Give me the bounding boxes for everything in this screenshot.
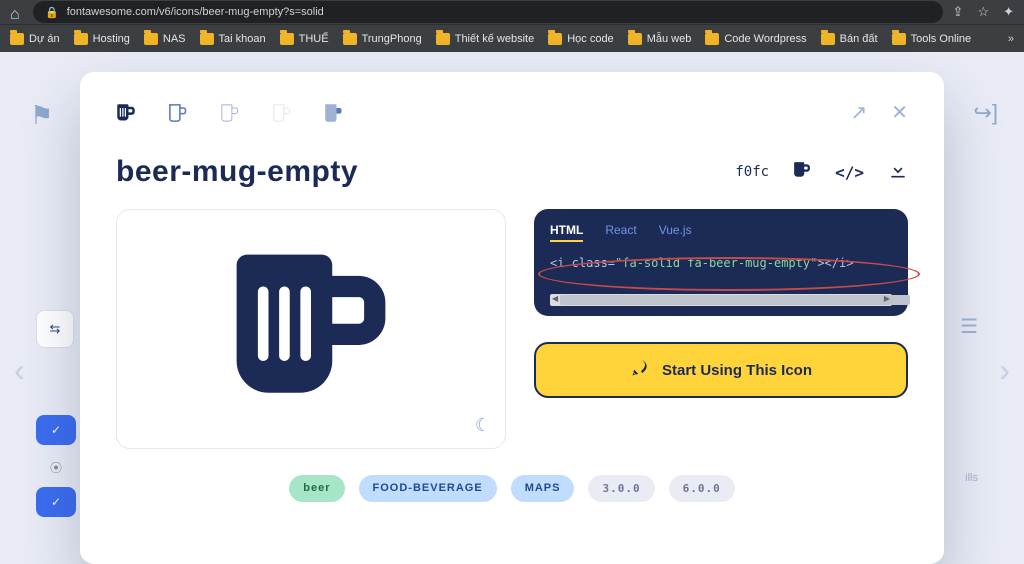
address-bar[interactable]: 🔒 fontawesome.com/v6/icons/beer-mug-empt…: [33, 1, 943, 23]
download-icon[interactable]: [888, 160, 908, 185]
bookmarks-bar: Dự án Hosting NAS Tai khoan THUẾ TrungPh…: [0, 24, 1024, 52]
share-icon[interactable]: ⇪: [953, 4, 964, 20]
next-arrow-icon[interactable]: ›: [999, 352, 1010, 389]
style-duotone[interactable]: [324, 103, 344, 123]
code-tab-react[interactable]: React: [605, 223, 636, 242]
folder-icon: [280, 33, 294, 45]
bookmark-item[interactable]: Học code: [548, 33, 613, 45]
unicode-value[interactable]: f0fc: [735, 164, 769, 180]
filter-chip[interactable]: ⦿: [36, 452, 76, 482]
tag-category[interactable]: MAPS: [511, 475, 575, 502]
style-thin[interactable]: [272, 103, 292, 123]
filter-chip[interactable]: ✓: [36, 487, 76, 517]
folder-icon: [144, 33, 158, 45]
folder-icon: [74, 33, 88, 45]
close-icon[interactable]: ✕: [891, 100, 908, 125]
style-solid[interactable]: [116, 103, 136, 123]
folder-icon: [436, 33, 450, 45]
open-new-icon[interactable]: ↗: [850, 100, 867, 125]
lock-icon: 🔒: [45, 6, 59, 19]
filter-chip[interactable]: ✓: [36, 415, 76, 445]
folder-icon: [628, 33, 642, 45]
code-tab-vue[interactable]: Vue.js: [659, 223, 692, 242]
tag-version[interactable]: 3.0.0: [588, 475, 654, 502]
icon-detail-modal: ↗ ✕ beer-mug-empty f0fc </> ☾: [80, 72, 944, 564]
login-icon[interactable]: ↪]: [973, 100, 998, 126]
prev-arrow-icon[interactable]: ‹: [14, 352, 25, 389]
list-icon[interactable]: ☰: [960, 314, 978, 339]
bookmark-item[interactable]: Dự án: [10, 33, 60, 45]
code-icon[interactable]: </>: [835, 163, 864, 182]
icon-style-picker: [116, 103, 344, 123]
folder-icon: [548, 33, 562, 45]
folder-icon: [892, 33, 906, 45]
left-tool-button[interactable]: ⇆: [36, 310, 74, 348]
tag-version[interactable]: 6.0.0: [669, 475, 735, 502]
style-light[interactable]: [220, 103, 240, 123]
tag-category[interactable]: FOOD-BEVERAGE: [359, 475, 497, 502]
url-text: fontawesome.com/v6/icons/beer-mug-empty?…: [67, 6, 324, 18]
browser-chrome: ⌂ 🔒 fontawesome.com/v6/icons/beer-mug-em…: [0, 0, 1024, 24]
background-label: ills: [965, 472, 978, 484]
bookmark-item[interactable]: THUẾ: [280, 33, 329, 45]
style-regular[interactable]: [168, 103, 188, 123]
puzzle-icon[interactable]: ✦: [1003, 4, 1014, 20]
code-snippet[interactable]: <i class="fa-solid fa-beer-mug-empty"></…: [550, 256, 892, 270]
folder-icon: [705, 33, 719, 45]
bookmark-item[interactable]: Mẫu web: [628, 33, 692, 45]
bookmark-item[interactable]: Bán đất: [821, 33, 878, 45]
tag-row: beer FOOD-BEVERAGE MAPS 3.0.0 6.0.0: [116, 475, 908, 502]
bookmark-item[interactable]: TrungPhong: [343, 33, 422, 45]
bookmark-item[interactable]: NAS: [144, 33, 186, 45]
bookmark-item[interactable]: Code Wordpress: [705, 33, 806, 45]
bookmark-item[interactable]: Tools Online: [892, 33, 972, 45]
star-icon[interactable]: ☆: [977, 4, 989, 20]
code-snippet-box: HTML React Vue.js <i class="fa-solid fa-…: [534, 209, 908, 316]
dark-mode-toggle-icon[interactable]: ☾: [475, 415, 491, 436]
bookmarks-overflow[interactable]: »: [1008, 33, 1014, 45]
home-icon[interactable]: ⌂: [10, 6, 23, 19]
folder-icon: [343, 33, 357, 45]
beer-mug-empty-icon: [226, 244, 396, 414]
folder-icon: [200, 33, 214, 45]
horizontal-scrollbar[interactable]: ◀▶: [550, 294, 892, 306]
bookmark-item[interactable]: Thiết kế website: [436, 33, 534, 45]
cta-label: Start Using This Icon: [662, 362, 812, 379]
start-using-button[interactable]: Start Using This Icon: [534, 342, 908, 398]
bookmark-item[interactable]: Hosting: [74, 33, 130, 45]
icon-name-heading: beer-mug-empty: [116, 155, 358, 189]
rocket-icon: [630, 358, 650, 382]
fa-logo-flag-icon[interactable]: ⚑: [30, 100, 53, 131]
folder-icon: [821, 33, 835, 45]
bookmark-item[interactable]: Tai khoan: [200, 33, 266, 45]
tag-alias[interactable]: beer: [289, 475, 344, 502]
icon-glyph-preview[interactable]: [793, 161, 811, 184]
folder-icon: [10, 33, 24, 45]
icon-preview-card: ☾: [116, 209, 506, 449]
code-tab-html[interactable]: HTML: [550, 223, 583, 242]
